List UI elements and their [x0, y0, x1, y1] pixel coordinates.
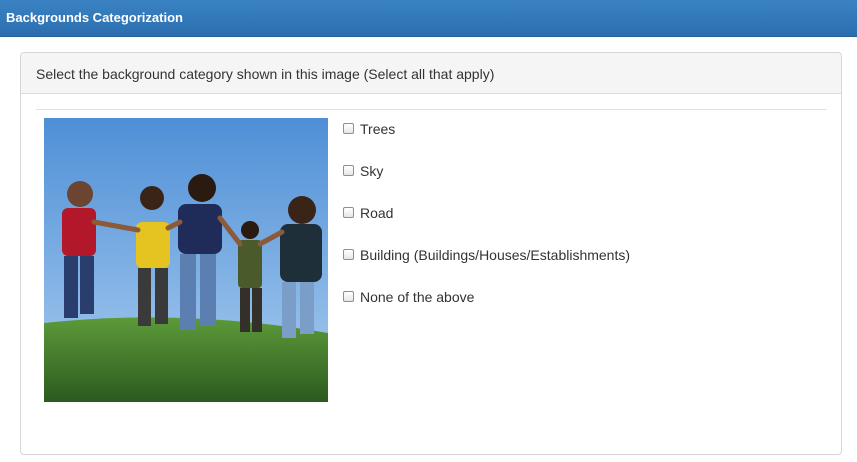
panel-heading: Select the background category shown in … [21, 53, 841, 94]
options-list: Trees Sky Road Building (Buildings/House… [343, 121, 630, 331]
option-sky: Sky [343, 163, 630, 205]
task-image [44, 118, 328, 402]
checkbox-none[interactable] [343, 291, 354, 302]
checkbox-sky[interactable] [343, 165, 354, 176]
option-label-trees[interactable]: Trees [360, 121, 395, 137]
option-road: Road [343, 205, 630, 247]
option-label-building[interactable]: Building (Buildings/Houses/Establishment… [360, 247, 630, 263]
page-title: Backgrounds Categorization [6, 10, 183, 25]
question-panel: Select the background category shown in … [20, 52, 842, 455]
option-building: Building (Buildings/Houses/Establishment… [343, 247, 630, 289]
checkbox-road[interactable] [343, 207, 354, 218]
top-header-bar: Backgrounds Categorization [0, 0, 857, 37]
option-label-none[interactable]: None of the above [360, 289, 474, 305]
option-none: None of the above [343, 289, 630, 331]
checkbox-trees[interactable] [343, 123, 354, 134]
option-label-sky[interactable]: Sky [360, 163, 383, 179]
divider [36, 109, 827, 110]
checkbox-building[interactable] [343, 249, 354, 260]
question-text: Select the background category shown in … [36, 66, 495, 82]
option-label-road[interactable]: Road [360, 205, 393, 221]
photo-children-playing-icon [44, 118, 328, 402]
option-trees: Trees [343, 121, 630, 163]
